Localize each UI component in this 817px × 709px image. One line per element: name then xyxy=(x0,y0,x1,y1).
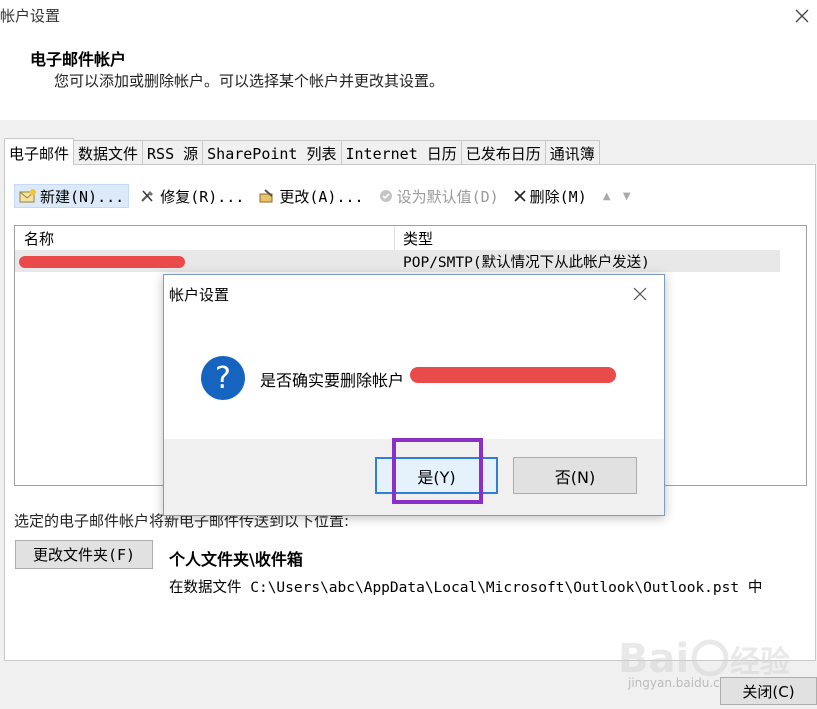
delete-label: 删除(M) xyxy=(529,187,587,206)
tab-sharepoint[interactable]: SharePoint 列表 xyxy=(202,140,342,165)
list-header: 名称 类型 xyxy=(15,226,780,250)
close-x-icon xyxy=(514,190,526,202)
set-default-button[interactable]: 设为默认值(D) xyxy=(374,184,503,208)
column-header-type[interactable]: 类型 xyxy=(395,226,433,250)
section-description: 您可以添加或删除帐户。可以选择某个帐户并更改其设置。 xyxy=(54,72,445,90)
annotation-highlight-box xyxy=(392,438,483,504)
close-button[interactable]: 关闭(C) xyxy=(720,677,817,705)
redacted-account-name xyxy=(19,256,185,268)
tab-email[interactable]: 电子邮件 xyxy=(4,138,75,165)
dialog-title: 帐户设置 xyxy=(169,286,230,304)
window-title: 帐户设置 xyxy=(0,7,61,25)
change-folder-button[interactable]: 更改文件夹(F) xyxy=(15,540,153,569)
dialog-message: 是否确实要删除帐户 xyxy=(260,371,405,390)
change-icon xyxy=(259,189,274,203)
new-mail-icon xyxy=(19,189,36,203)
window-close-icon[interactable] xyxy=(792,6,812,26)
tab-strip: 电子邮件 数据文件 RSS 源 SharePoint 列表 Internet 日… xyxy=(4,138,600,165)
move-up-icon[interactable]: ▲ xyxy=(597,184,617,208)
tab-data-files[interactable]: 数据文件 xyxy=(73,140,144,165)
tab-address-book[interactable]: 通讯簿 xyxy=(544,140,600,165)
repair-label: 修复(R)... xyxy=(160,187,245,206)
set-default-label: 设为默认值(D) xyxy=(396,187,499,206)
repair-button[interactable]: 修复(R)... xyxy=(135,184,248,208)
svg-text:?: ? xyxy=(215,361,231,396)
dialog-body: ? 是否确实要删除帐户 xyxy=(164,313,664,439)
question-icon: ? xyxy=(201,356,245,400)
tab-published-calendar[interactable]: 已发布日历 xyxy=(460,140,546,165)
folder-path: 在数据文件 C:\Users\abc\AppData\Local\Microso… xyxy=(169,580,763,596)
delete-button[interactable]: 删除(M) xyxy=(509,184,591,208)
change-label: 更改(A)... xyxy=(279,187,364,206)
account-toolbar: 新建(N)... 修复(R)... 更改(A)... 设为默认值(D) 删除(M… xyxy=(14,183,637,209)
table-row[interactable]: POP/SMTP(默认情况下从此帐户发送) xyxy=(15,250,780,272)
check-circle-icon xyxy=(379,190,392,202)
tab-internet-calendar[interactable]: Internet 日历 xyxy=(340,140,462,165)
tab-rss[interactable]: RSS 源 xyxy=(142,140,204,165)
dialog-close-icon[interactable] xyxy=(630,284,650,304)
folder-name: 个人文件夹\收件箱 xyxy=(169,550,303,569)
section-title: 电子邮件帐户 xyxy=(30,50,127,69)
account-type: POP/SMTP(默认情况下从此帐户发送) xyxy=(403,255,650,271)
change-button[interactable]: 更改(A)... xyxy=(254,184,367,208)
new-account-button[interactable]: 新建(N)... xyxy=(14,184,130,208)
redacted-account-in-message xyxy=(410,367,616,383)
svg-text:经验: 经验 xyxy=(730,645,790,680)
no-button[interactable]: 否(N) xyxy=(513,457,637,494)
new-account-label: 新建(N)... xyxy=(40,187,125,206)
column-header-name[interactable]: 名称 xyxy=(15,226,395,250)
move-down-icon[interactable]: ▼ xyxy=(617,184,637,208)
repair-tools-icon xyxy=(141,190,154,202)
